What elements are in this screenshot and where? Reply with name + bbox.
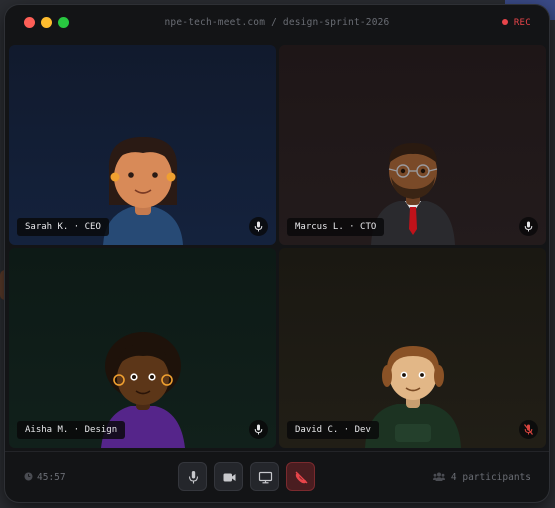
- monitor-icon: [258, 471, 273, 484]
- video-tile-david[interactable]: David C. · Dev: [279, 248, 546, 448]
- microphone-icon: [254, 221, 263, 232]
- participant-name-tag: Aisha M. · Design: [17, 421, 126, 439]
- clock-icon: [24, 472, 33, 481]
- recording-label: REC: [513, 18, 531, 28]
- avatar-aisha: [101, 332, 185, 448]
- recording-dot-icon: [501, 18, 508, 25]
- meeting-window: npe-tech-meet.com / design-sprint-2026 R…: [5, 5, 549, 502]
- avatar-sarah: [103, 137, 183, 245]
- video-tile-sarah[interactable]: Sarah K. · CEO: [9, 45, 276, 245]
- video-tile-aisha[interactable]: Aisha M. · Design: [9, 248, 276, 448]
- recording-indicator: REC: [501, 5, 531, 41]
- participant-count-label: 4 participants: [450, 472, 531, 483]
- mic-status-badge: [519, 217, 538, 236]
- call-timer: 45:57: [24, 452, 66, 502]
- avatar-david: [365, 346, 461, 448]
- microphone-button[interactable]: [178, 462, 207, 491]
- muted-microphone-icon: [524, 424, 533, 435]
- window-title: npe-tech-meet.com / design-sprint-2026: [164, 17, 390, 28]
- participant-name-tag: David C. · Dev: [287, 421, 379, 439]
- mic-status-badge: [519, 420, 538, 439]
- microphone-icon: [254, 424, 263, 435]
- end-call-button[interactable]: [286, 462, 315, 491]
- video-tile-marcus[interactable]: Marcus L. · CTO: [279, 45, 546, 245]
- call-control-bar: 45:57 4 participants: [5, 451, 549, 502]
- avatar-marcus: [371, 143, 455, 245]
- mic-status-badge: [249, 420, 268, 439]
- mic-status-badge: [249, 217, 268, 236]
- phone-hangup-icon: [295, 471, 308, 484]
- participant-name-tag: Marcus L. · CTO: [287, 218, 385, 236]
- screen-share-button[interactable]: [250, 462, 279, 491]
- microphone-icon: [188, 471, 199, 484]
- video-camera-icon: [223, 473, 236, 482]
- title-bar: npe-tech-meet.com / design-sprint-2026 R…: [5, 5, 549, 41]
- microphone-icon: [524, 221, 533, 232]
- camera-button[interactable]: [214, 462, 243, 491]
- people-icon: [432, 472, 445, 481]
- participant-count: 4 participants: [432, 452, 531, 502]
- call-timer-value: 45:57: [37, 472, 66, 483]
- participant-name-tag: Sarah K. · CEO: [17, 218, 109, 236]
